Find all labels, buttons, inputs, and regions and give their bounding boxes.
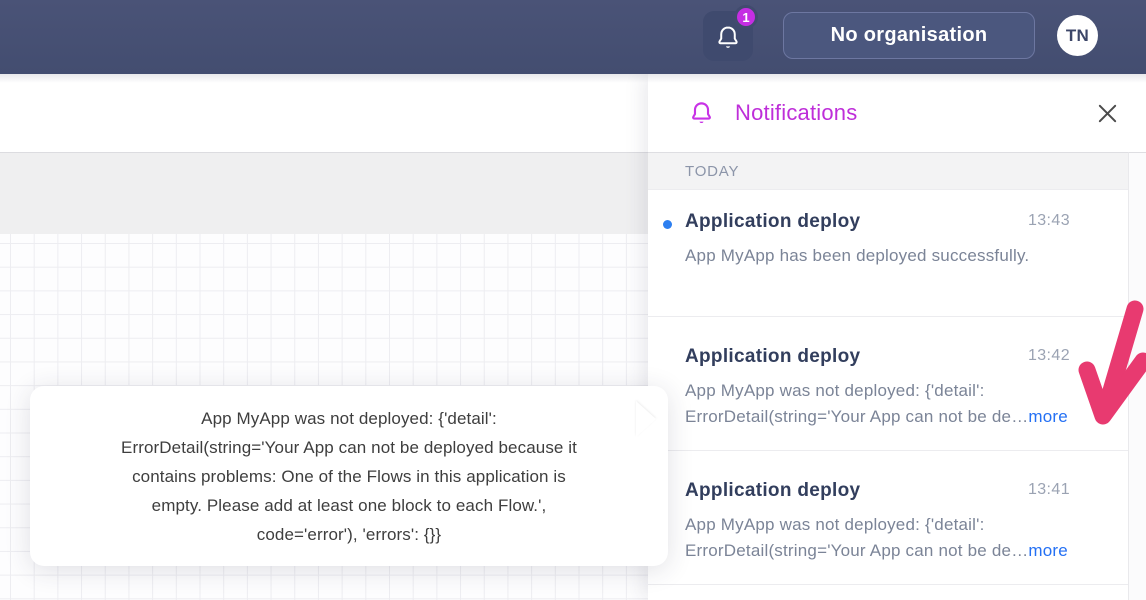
- notification-list: Application deploy 13:43 App MyApp has b…: [648, 190, 1128, 585]
- unread-dot: [663, 220, 672, 229]
- bell-icon: [714, 24, 742, 52]
- tooltip-text: App MyApp was not deployed: {'detail': E…: [121, 404, 577, 549]
- close-icon[interactable]: [1096, 102, 1119, 125]
- notification-time: 13:41: [1028, 481, 1070, 499]
- topbar: 1 No organisation TN: [0, 0, 1146, 74]
- scrollbar-gutter: [1128, 152, 1146, 600]
- notification-item[interactable]: Application deploy 13:42 App MyApp was n…: [648, 317, 1128, 451]
- notifications-bell-icon: [688, 100, 715, 127]
- notifications-button[interactable]: 1: [703, 11, 753, 61]
- notification-body: App MyApp has been deployed successfully…: [685, 243, 1099, 269]
- notifications-panel-header: Notifications: [648, 74, 1146, 152]
- organisation-selector-button[interactable]: No organisation: [783, 12, 1035, 59]
- user-avatar[interactable]: TN: [1057, 15, 1098, 56]
- more-link[interactable]: more: [1028, 407, 1068, 426]
- section-label: TODAY: [685, 163, 739, 180]
- notification-time: 13:42: [1028, 347, 1070, 365]
- notification-body: App MyApp was not deployed: {'detail': E…: [685, 378, 1099, 430]
- error-detail-tooltip: App MyApp was not deployed: {'detail': E…: [30, 386, 668, 566]
- notifications-panel: Notifications TODAY Application deploy 1…: [648, 74, 1146, 600]
- panel-title: Notifications: [735, 100, 857, 126]
- notification-time: 13:43: [1028, 212, 1070, 230]
- notification-item[interactable]: Application deploy 13:43 App MyApp has b…: [648, 190, 1128, 317]
- notification-item[interactable]: Application deploy 13:41 App MyApp was n…: [648, 451, 1128, 585]
- section-header-today: TODAY: [648, 152, 1128, 190]
- tooltip-caret: [636, 401, 658, 437]
- notification-count-badge: 1: [734, 5, 758, 29]
- more-link[interactable]: more: [1028, 541, 1068, 560]
- notification-body: App MyApp was not deployed: {'detail': E…: [685, 512, 1099, 564]
